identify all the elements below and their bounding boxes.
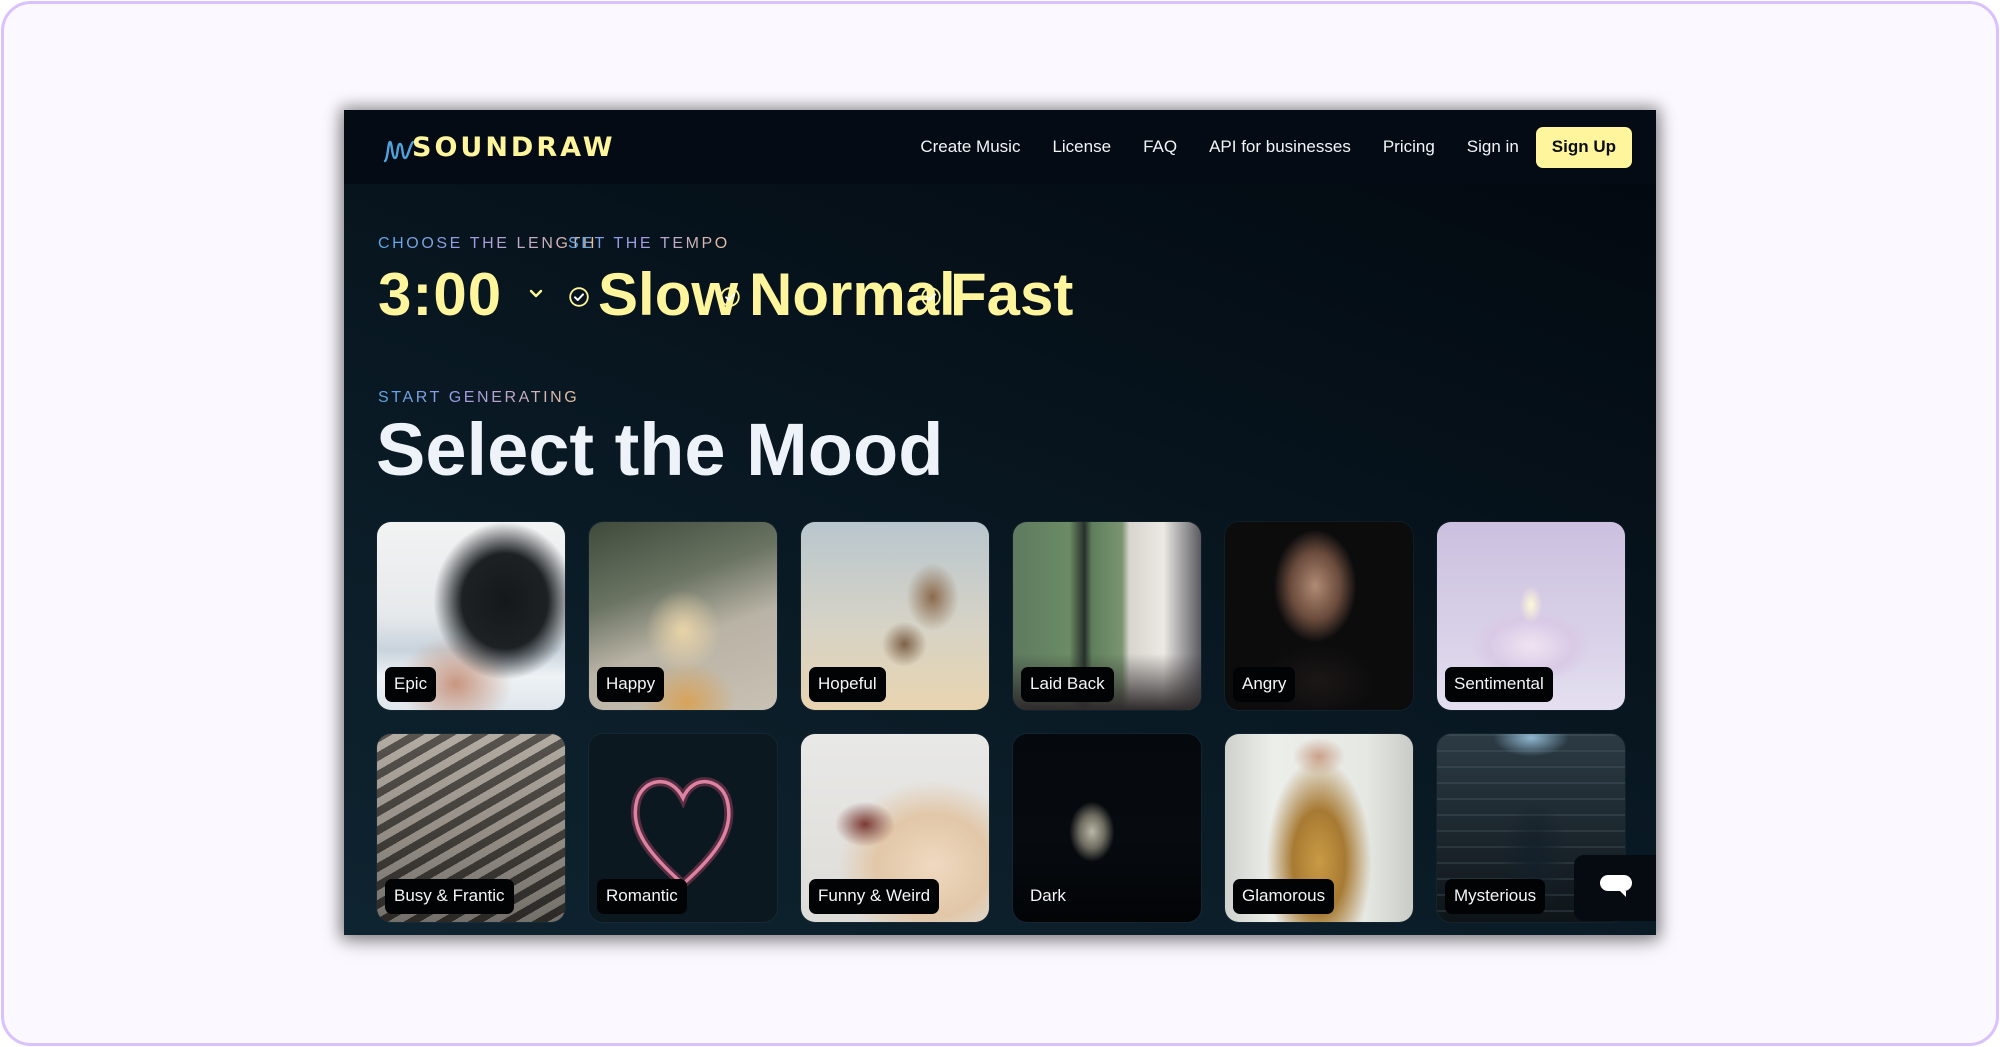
mood-card-label: Glamorous [1233, 879, 1335, 914]
nav-pricing[interactable]: Pricing [1383, 137, 1435, 157]
main-nav: Create Music License FAQ API for busines… [920, 110, 1632, 184]
nav-faq[interactable]: FAQ [1143, 137, 1177, 157]
mood-card-label: Funny & Weird [809, 879, 940, 914]
browser-window: SOUNDRAW Create Music License FAQ API fo… [344, 110, 1656, 935]
check-circle-icon [720, 287, 740, 307]
top-navigation-bar: SOUNDRAW Create Music License FAQ API fo… [344, 110, 1656, 184]
mood-card-laid-back[interactable]: Laid Back [1013, 522, 1201, 710]
chevron-down-icon[interactable] [528, 288, 544, 300]
tempo-option-slow[interactable]: Slow [568, 260, 738, 330]
mood-card-label: Mysterious [1445, 879, 1546, 914]
mood-card-hopeful[interactable]: Hopeful [801, 522, 989, 710]
mood-card-busy-frantic[interactable]: Busy & Frantic [377, 734, 565, 922]
mood-card-label: Romantic [597, 879, 687, 914]
brand-name: SOUNDRAW [412, 132, 616, 163]
mood-card-label: Hopeful [809, 667, 886, 702]
mood-card-label: Angry [1233, 667, 1296, 702]
mood-card-epic[interactable]: Epic [377, 522, 565, 710]
nav-create-music[interactable]: Create Music [920, 137, 1020, 157]
mood-card-angry[interactable]: Angry [1225, 522, 1413, 710]
mood-card-label: Happy [597, 667, 665, 702]
chat-bubble-icon [1600, 875, 1632, 897]
mood-card-funny-weird[interactable]: Funny & Weird [801, 734, 989, 922]
tempo-section-label: SET THE TEMPO [568, 235, 730, 252]
mood-card-sentimental[interactable]: Sentimental [1437, 522, 1625, 710]
page-title: Select the Mood [376, 408, 944, 491]
tempo-label: Fast [950, 261, 1074, 328]
mood-card-label: Epic [385, 667, 437, 702]
nav-sign-in[interactable]: Sign in [1467, 137, 1519, 157]
mood-card-label: Sentimental [1445, 667, 1553, 702]
mood-card-romantic[interactable]: Romantic [589, 734, 777, 922]
tempo-option-fast[interactable]: Fast [920, 260, 1073, 330]
mood-card-glamorous[interactable]: Glamorous [1225, 734, 1413, 922]
sign-up-button[interactable]: Sign Up [1535, 126, 1632, 168]
mood-card-label: Laid Back [1021, 667, 1114, 702]
waveform-squiggle-icon [383, 140, 415, 163]
mood-card-happy[interactable]: Happy [589, 522, 777, 710]
length-section-label: CHOOSE THE LENGTH [378, 235, 598, 252]
mood-card-dark[interactable]: Dark [1013, 734, 1201, 922]
length-selector-value[interactable]: 3:00 [378, 260, 502, 330]
chat-widget-button[interactable] [1574, 855, 1656, 921]
mood-card-label: Busy & Frantic [385, 879, 514, 914]
nav-license[interactable]: License [1052, 137, 1111, 157]
check-circle-icon [569, 287, 589, 307]
mood-card-label: Dark [1030, 886, 1066, 905]
mood-eyebrow: START GENERATING [378, 389, 580, 406]
check-circle-icon [921, 287, 941, 307]
nav-api-for-businesses[interactable]: API for businesses [1209, 137, 1351, 157]
brand-logo[interactable]: SOUNDRAW [382, 132, 616, 164]
tempo-label: Slow [598, 261, 739, 328]
